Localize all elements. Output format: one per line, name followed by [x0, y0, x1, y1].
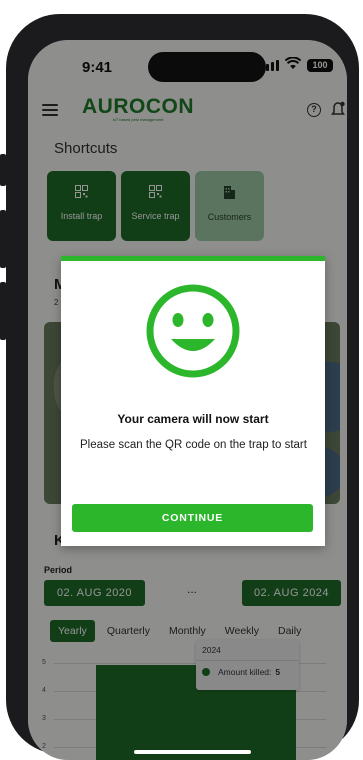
- volume-down-button: [0, 282, 6, 340]
- dialog-title: Your camera will now start: [117, 412, 269, 426]
- silent-switch: [0, 154, 6, 186]
- volume-up-button: [0, 210, 6, 268]
- dialog-message: Please scan the QR code on the trap to s…: [80, 439, 307, 451]
- home-indicator: [134, 750, 251, 754]
- app-screen: 9:41 100 AUROCON IoT based pest manageme…: [28, 40, 347, 760]
- phone-frame: 9:41 100 AUROCON IoT based pest manageme…: [0, 14, 359, 760]
- camera-dialog: Your camera will now start Please scan t…: [61, 256, 325, 546]
- continue-button[interactable]: CONTINUE: [72, 504, 313, 532]
- smiley-icon: [146, 284, 240, 378]
